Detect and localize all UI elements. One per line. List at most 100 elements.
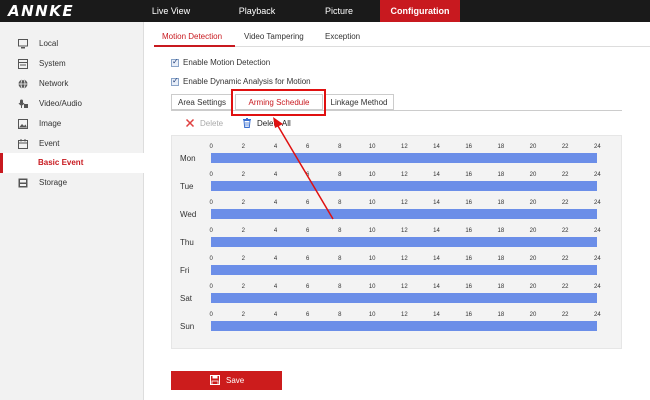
schedule-bar-tue[interactable] — [211, 181, 597, 191]
schedule-bar-sun[interactable] — [211, 321, 597, 331]
hour-tick-label: 0 — [209, 172, 213, 178]
hour-tick-label: 10 — [368, 144, 376, 150]
hour-tick-label: 18 — [497, 172, 505, 178]
hour-tick-label: 14 — [433, 284, 440, 290]
subtab-area-settings[interactable]: Area Settings — [171, 94, 233, 110]
hour-tick-label: 20 — [529, 144, 537, 150]
globe-icon — [18, 79, 28, 89]
hour-tick-label: 18 — [497, 256, 505, 262]
nav-live-view[interactable]: Live View — [141, 0, 201, 22]
schedule-bar-wed[interactable] — [211, 209, 597, 219]
hour-tick-label: 16 — [465, 256, 473, 262]
calendar-icon — [18, 139, 28, 149]
storage-icon — [18, 178, 28, 188]
active-tab-indicator — [154, 45, 235, 47]
subtab-linkage-method[interactable]: Linkage Method — [324, 94, 394, 110]
trash-icon — [243, 118, 251, 128]
hour-tick-label: 20 — [529, 172, 537, 178]
hour-tick-label: 10 — [368, 256, 376, 262]
nav-configuration[interactable]: Configuration — [380, 0, 460, 22]
hour-tick-label: 10 — [368, 312, 376, 318]
enable-dynamic-analysis-label: Enable Dynamic Analysis for Motion — [183, 77, 311, 86]
hour-tick-label: 8 — [338, 144, 342, 150]
sidebar-item-basic-event[interactable]: Basic Event — [0, 153, 144, 173]
enable-motion-detection-row[interactable]: Enable Motion Detection — [171, 57, 291, 68]
save-icon — [210, 375, 220, 385]
sidebar-item-storage[interactable]: Storage — [0, 173, 144, 193]
delete-label: Delete — [200, 119, 224, 128]
schedule-bar-thu[interactable] — [211, 237, 597, 247]
hour-tick-label: 16 — [465, 200, 473, 206]
enable-dynamic-analysis-checkbox[interactable] — [171, 76, 179, 86]
hour-tick-label: 6 — [306, 284, 310, 290]
hour-tick-label: 22 — [561, 256, 569, 262]
sidebar-item-image[interactable]: Image — [0, 114, 144, 134]
hour-tick-label: 10 — [368, 200, 376, 206]
hour-tick-label: 6 — [306, 172, 310, 178]
day-label-fri: Fri — [180, 266, 190, 275]
annotation-highlight-box — [231, 89, 326, 116]
sidebar-item-network[interactable]: Network — [0, 74, 144, 94]
hour-tick-label: 4 — [273, 144, 278, 150]
hour-tick-label: 4 — [273, 228, 278, 234]
nav-picture[interactable]: Picture — [311, 0, 367, 22]
annke-logo: ANNKE — [8, 2, 75, 20]
hour-tick-label: 2 — [241, 200, 245, 206]
sidebar-item-video-audio[interactable]: Video/Audio — [0, 94, 144, 114]
enable-motion-detection-label: Enable Motion Detection — [183, 58, 271, 67]
schedule-bar-sat[interactable] — [211, 293, 597, 303]
hour-tick-label: 6 — [306, 228, 310, 234]
hour-tick-label: 2 — [241, 228, 245, 234]
tab-video-tampering[interactable]: Video Tampering — [244, 32, 304, 46]
hour-tick-label: 12 — [401, 144, 408, 150]
sidebar-item-label: Basic Event — [38, 158, 84, 167]
schedule-bar-fri[interactable] — [211, 265, 597, 275]
sidebar-item-system[interactable]: System — [0, 54, 144, 74]
hour-tick-label: 22 — [561, 172, 569, 178]
nav-playback[interactable]: Playback — [225, 0, 289, 22]
day-label-thu: Thu — [180, 238, 194, 247]
hour-tick-label: 20 — [529, 312, 537, 318]
hour-tick-label: 18 — [497, 144, 505, 150]
hour-tick-label: 6 — [306, 144, 310, 150]
tab-exception[interactable]: Exception — [325, 32, 360, 46]
hour-tick-label: 10 — [368, 228, 376, 234]
hour-tick-label: 8 — [338, 228, 342, 234]
hour-tick-label: 8 — [338, 312, 342, 318]
schedule-bar-mon[interactable] — [211, 153, 597, 163]
hour-tick-label: 14 — [433, 312, 440, 318]
hour-tick-label: 24 — [594, 256, 601, 262]
hour-tick-label: 4 — [273, 312, 278, 318]
day-label-sun: Sun — [180, 322, 195, 331]
sidebar-item-event[interactable]: Event — [0, 134, 144, 154]
hour-tick-label: 16 — [465, 284, 473, 290]
sidebar-item-label: Video/Audio — [39, 99, 82, 108]
hour-tick-label: 0 — [209, 144, 213, 150]
tab-motion-detection[interactable]: Motion Detection — [162, 32, 222, 46]
delete-all-button[interactable]: Delete All — [242, 118, 302, 130]
hour-tick-label: 4 — [273, 200, 278, 206]
sidebar-item-label: Storage — [39, 178, 68, 187]
enable-dynamic-analysis-row[interactable]: Enable Dynamic Analysis for Motion — [171, 76, 331, 87]
hour-tick-label: 22 — [561, 200, 569, 206]
hour-tick-label: 12 — [401, 172, 408, 178]
delete-button[interactable]: Delete — [185, 118, 235, 130]
hour-tick-label: 8 — [338, 172, 342, 178]
hour-tick-label: 2 — [241, 256, 245, 262]
image-icon — [18, 119, 28, 129]
hour-tick-label: 22 — [561, 228, 569, 234]
hour-tick-label: 18 — [497, 284, 505, 290]
hour-tick-label: 12 — [401, 284, 408, 290]
hour-tick-label: 8 — [338, 256, 342, 262]
hour-tick-label: 12 — [401, 256, 408, 262]
hour-tick-label: 0 — [209, 284, 213, 290]
sidebar-item-local[interactable]: Local — [0, 34, 144, 54]
hour-tick-label: 24 — [594, 172, 601, 178]
enable-motion-detection-checkbox[interactable] — [171, 57, 179, 67]
hour-tick-label: 2 — [241, 144, 245, 150]
hour-tick-label: 0 — [209, 228, 213, 234]
hour-tick-label: 22 — [561, 284, 569, 290]
hour-tick-label: 14 — [433, 228, 440, 234]
hour-tick-label: 4 — [273, 256, 278, 262]
save-button[interactable]: Save — [171, 371, 282, 390]
